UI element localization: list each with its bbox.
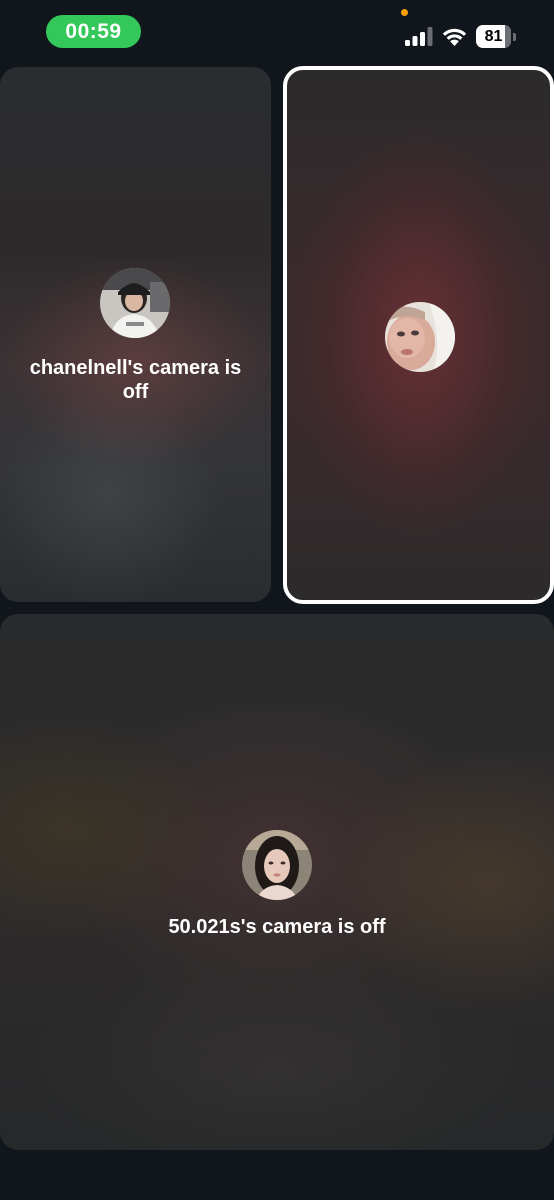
bottom-bar: [0, 1150, 554, 1200]
participant-avatar[interactable]: [100, 268, 170, 338]
camera-off-label: 50.021s's camera is off: [168, 916, 386, 938]
participant-avatar[interactable]: [242, 830, 312, 900]
video-call-screen: 00:59 81 chanelnell's camera is off 50.0…: [0, 0, 554, 1200]
participant-tile-3[interactable]: 50.021s's camera is off: [0, 614, 554, 1150]
signal-icon: [405, 27, 433, 46]
status-bar: 00:59 81: [0, 0, 554, 64]
participant-tile-1[interactable]: chanelnell's camera is off: [0, 67, 271, 602]
participant-avatar[interactable]: [385, 302, 455, 372]
participant-tile-2-active-speaker[interactable]: [283, 66, 554, 604]
wifi-icon: [442, 28, 467, 46]
battery-cap: [513, 33, 516, 41]
orange-dot-indicator-icon: [401, 9, 408, 16]
battery-icon: 81: [476, 25, 519, 48]
avatar-photo-icon: [242, 830, 312, 900]
battery-level: 81: [484, 28, 503, 45]
avatar-photo-icon: [100, 268, 170, 338]
avatar-photo-icon: [385, 302, 455, 372]
camera-off-label: chanelnell's camera is off: [29, 357, 242, 403]
battery-body: 81: [476, 25, 511, 48]
call-timer-pill[interactable]: 00:59: [46, 15, 141, 48]
